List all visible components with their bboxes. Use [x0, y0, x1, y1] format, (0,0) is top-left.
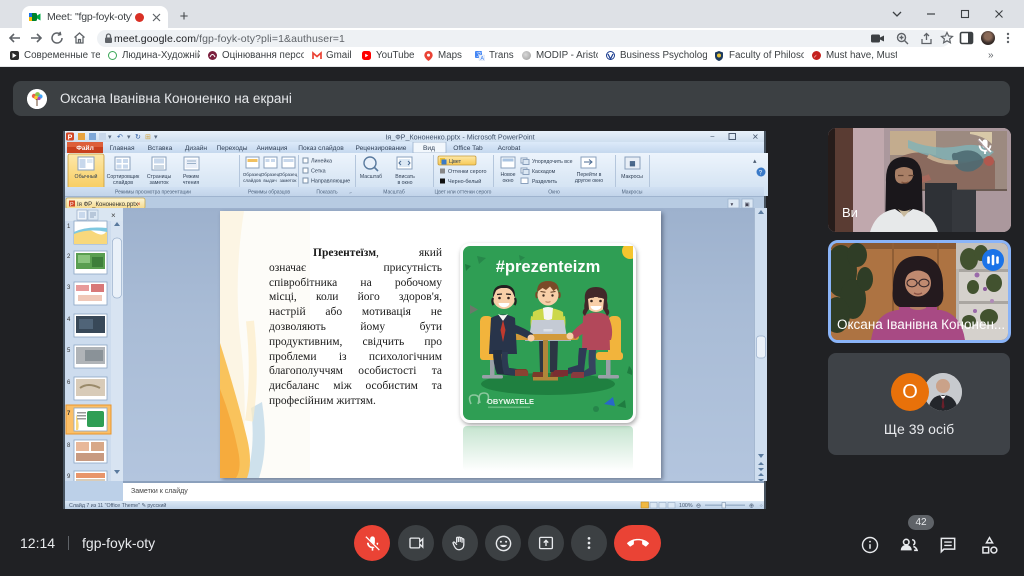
- svg-text:Переходы: Переходы: [217, 145, 248, 152]
- svg-text:A: A: [480, 56, 484, 61]
- svg-text:↶: ↶: [117, 134, 123, 141]
- svg-text:Образец: Образец: [279, 172, 298, 177]
- svg-text:×: ×: [111, 211, 116, 220]
- svg-text:#prezenteizm: #prezenteizm: [496, 258, 601, 276]
- svg-text:Направляющие: Направляющие: [311, 179, 350, 185]
- svg-text:Показ слайдов: Показ слайдов: [298, 144, 344, 152]
- svg-text:окно: окно: [503, 178, 514, 184]
- svg-text:Образец: Образец: [261, 172, 280, 177]
- svg-text:⁘: ⁘: [759, 503, 763, 509]
- svg-text:Acrobat: Acrobat: [498, 145, 521, 152]
- svg-text:P: P: [70, 202, 74, 208]
- svg-text:⌐: ⌐: [350, 190, 353, 195]
- svg-text:Обычный: Обычный: [75, 173, 98, 180]
- svg-text:в окно: в окно: [397, 180, 412, 186]
- svg-text:Упорядочить все: Упорядочить все: [532, 159, 573, 165]
- svg-text:заметок: заметок: [280, 178, 298, 183]
- svg-text:▾: ▾: [731, 202, 734, 208]
- svg-text:другое окно: другое окно: [575, 178, 603, 184]
- svg-text:Линейка: Линейка: [311, 158, 332, 165]
- svg-text:Цвет или оттенки серого: Цвет или оттенки серого: [435, 190, 492, 196]
- svg-text:Сетка: Сетка: [311, 169, 326, 175]
- svg-text:⊕: ⊕: [749, 503, 754, 509]
- svg-text:100%: 100%: [679, 503, 693, 509]
- svg-text:Ви: Ви: [842, 205, 858, 220]
- svg-text:✓: ✓: [813, 54, 817, 60]
- svg-text:Анимация: Анимация: [257, 145, 288, 152]
- svg-text:Ія ФР_Кононенко.pptx: Ія ФР_Кононенко.pptx: [77, 202, 138, 208]
- svg-text:P: P: [68, 135, 73, 142]
- svg-text:▣: ▣: [745, 202, 751, 208]
- svg-text:Главная: Главная: [109, 145, 135, 152]
- svg-text:▾: ▾: [127, 134, 131, 141]
- svg-text:Показать: Показать: [316, 190, 338, 196]
- svg-text:Масштаб: Масштаб: [383, 190, 405, 196]
- svg-text:Образец: Образец: [243, 172, 262, 177]
- svg-text:Рецензирование: Рецензирование: [356, 145, 407, 152]
- svg-text:Режимы образцов: Режимы образцов: [248, 190, 290, 196]
- svg-text:Ія_ФР_Кононенко.pptx - Micro: Ія_ФР_Кононенко.pptx - Microsoft PowerPo…: [385, 133, 534, 142]
- svg-text:чтения: чтения: [183, 180, 200, 186]
- svg-text:Черно-белый: Черно-белый: [448, 178, 481, 185]
- svg-text:Окно: Окно: [548, 190, 560, 196]
- svg-text:Режимы просмотра презентации: Режимы просмотра презентации: [115, 190, 191, 196]
- svg-text:⊞: ⊞: [145, 134, 151, 141]
- svg-text:▾: ▾: [154, 134, 158, 141]
- svg-text:Слайд 7 из 11 "Office Theme: Слайд 7 из 11 "Office Theme" ✎ русский: [69, 502, 166, 509]
- svg-text:Масштаб: Масштаб: [360, 174, 382, 180]
- svg-text:OBYWATELE: OBYWATELE: [487, 397, 534, 406]
- svg-text:Office Tab: Office Tab: [453, 145, 483, 152]
- svg-text:выдач: выдач: [263, 178, 277, 183]
- svg-text:Макросы: Макросы: [622, 190, 643, 196]
- svg-text:▴: ▴: [753, 158, 757, 165]
- svg-text:↻: ↻: [135, 134, 141, 141]
- svg-text:−: −: [710, 132, 715, 141]
- svg-text:Вставка: Вставка: [148, 145, 173, 152]
- svg-text:✕: ✕: [752, 133, 759, 142]
- svg-text:слайдов: слайдов: [243, 177, 261, 183]
- svg-text:Каскадом: Каскадом: [532, 169, 556, 175]
- svg-text:▦: ▦: [629, 161, 636, 168]
- svg-text:×: ×: [137, 202, 141, 208]
- svg-text:Разделить: Разделить: [532, 179, 557, 185]
- svg-text:Макросы: Макросы: [621, 174, 643, 180]
- svg-text:Цвет: Цвет: [449, 159, 462, 165]
- svg-text:⊖: ⊖: [696, 503, 701, 509]
- svg-text:слайдов: слайдов: [113, 179, 133, 186]
- svg-text:Дизайн: Дизайн: [185, 144, 208, 152]
- svg-text:Оксана Іванівна Кононен...: Оксана Іванівна Кононен...: [837, 317, 1005, 332]
- svg-text:Вид: Вид: [423, 145, 435, 152]
- svg-text:▾: ▾: [108, 134, 112, 141]
- svg-text:Файл: Файл: [76, 144, 94, 152]
- svg-text:Перейти в: Перейти в: [577, 171, 602, 178]
- svg-text:заметок: заметок: [149, 180, 169, 186]
- svg-text:Оттенки серого: Оттенки серого: [448, 169, 486, 175]
